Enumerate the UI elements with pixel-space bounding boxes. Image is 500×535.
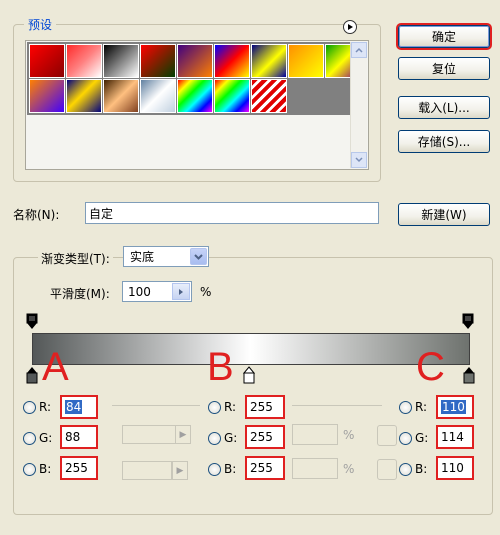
label-b-c: B: [415,462,428,476]
label-g-c: G: [415,431,429,445]
disabled-stepper-2-icon: ▶ [172,461,188,480]
preset-swatch[interactable] [29,79,65,113]
radio-b-c[interactable] [399,463,412,476]
preset-swatch[interactable] [66,44,102,78]
input-r-a[interactable]: 84 [60,395,98,419]
preset-swatch[interactable] [103,44,139,78]
save-button[interactable]: 存储(S)... [398,130,490,153]
radio-g-c[interactable] [399,432,412,445]
label-r-c: R: [415,400,428,414]
gradient-type-value: 实底 [130,250,155,264]
radio-g-a[interactable] [23,432,36,445]
disabled-field-4 [292,458,338,479]
disabled-field-1 [122,425,176,444]
disabled-button-1 [377,425,397,446]
input-r-c[interactable]: 110 [436,395,474,419]
disabled-percent-2: % [343,462,355,476]
radio-b-b[interactable] [208,463,221,476]
radio-r-b[interactable] [208,401,221,414]
label-g-b: G: [224,431,238,445]
input-b-b[interactable]: 255 [245,456,285,480]
gradient-type-select[interactable]: 实底 [123,246,209,267]
preset-swatch[interactable] [177,79,213,113]
preset-swatch[interactable] [177,44,213,78]
radio-g-b[interactable] [208,432,221,445]
smoothness-value: 100 [128,284,151,299]
disabled-field-3 [292,424,338,445]
annotation-letter-a: A [42,345,69,389]
preset-swatch[interactable] [214,44,250,78]
dropdown-arrow-icon[interactable] [190,248,207,265]
opacity-stop-left-icon[interactable] [26,313,38,331]
gradient-type-label: 渐变类型(T): [38,250,113,267]
value-r-a: 84 [65,400,83,414]
preset-swatch[interactable] [140,79,176,113]
reset-button[interactable]: 复位 [398,57,490,80]
input-b-a[interactable]: 255 [60,456,98,480]
scroll-down-icon[interactable] [351,152,367,168]
preset-swatches [27,42,363,115]
radio-r-c[interactable] [399,401,412,414]
scroll-up-icon[interactable] [351,42,367,58]
disabled-field-2 [122,461,172,480]
preset-swatch[interactable] [251,44,287,78]
preset-swatch[interactable] [214,79,250,113]
label-b-a: B: [39,462,52,476]
preset-swatch[interactable] [140,44,176,78]
smoothness-label: 平滑度(M): [50,287,110,301]
disabled-percent-1: % [343,428,355,442]
label-g-a: G: [39,431,53,445]
label-b-b: B: [224,462,237,476]
radio-r-a[interactable] [23,401,36,414]
gradient-preview-bar[interactable] [32,333,470,365]
smoothness-input[interactable]: 100 [122,281,192,302]
preset-list [25,40,369,170]
load-button[interactable]: 载入(L)... [398,96,490,119]
ok-button[interactable]: 确定 [396,23,492,50]
input-g-b[interactable]: 255 [245,425,285,449]
preset-swatch[interactable] [29,44,65,78]
presets-legend: 预设 [24,16,57,33]
preset-swatch[interactable] [251,79,287,113]
annotation-letter-c: C [416,345,445,389]
new-button[interactable]: 新建(W) [398,203,490,226]
opacity-stop-right-icon[interactable] [462,313,474,331]
input-g-c[interactable]: 114 [436,425,474,449]
radio-b-a[interactable] [23,463,36,476]
preset-swatch[interactable] [288,44,324,78]
color-stop-b-icon[interactable] [242,366,256,384]
color-stop-a-icon[interactable] [26,366,38,384]
value-r-c: 110 [441,400,466,414]
input-b-c[interactable]: 110 [436,456,474,480]
smoothness-unit: % [200,285,212,299]
disabled-divider [112,405,200,406]
input-r-b[interactable]: 255 [245,395,285,419]
disabled-stepper-1-icon: ▶ [175,425,191,444]
preset-swatch[interactable] [103,79,139,113]
name-input[interactable]: 自定 [85,202,379,224]
name-label: 名称(N): [13,208,60,222]
annotation-letter-b: B [207,345,234,389]
preset-scrollbar[interactable] [350,42,367,168]
smoothness-slider-icon[interactable] [172,283,190,300]
color-stop-c-icon[interactable] [463,366,475,384]
disabled-button-2 [377,459,397,480]
preset-swatch[interactable] [66,79,102,113]
presets-menu-icon[interactable] [343,20,357,34]
label-r-a: R: [39,400,52,414]
disabled-divider-2 [292,405,382,406]
label-r-b: R: [224,400,237,414]
input-g-a[interactable]: 88 [60,425,98,449]
